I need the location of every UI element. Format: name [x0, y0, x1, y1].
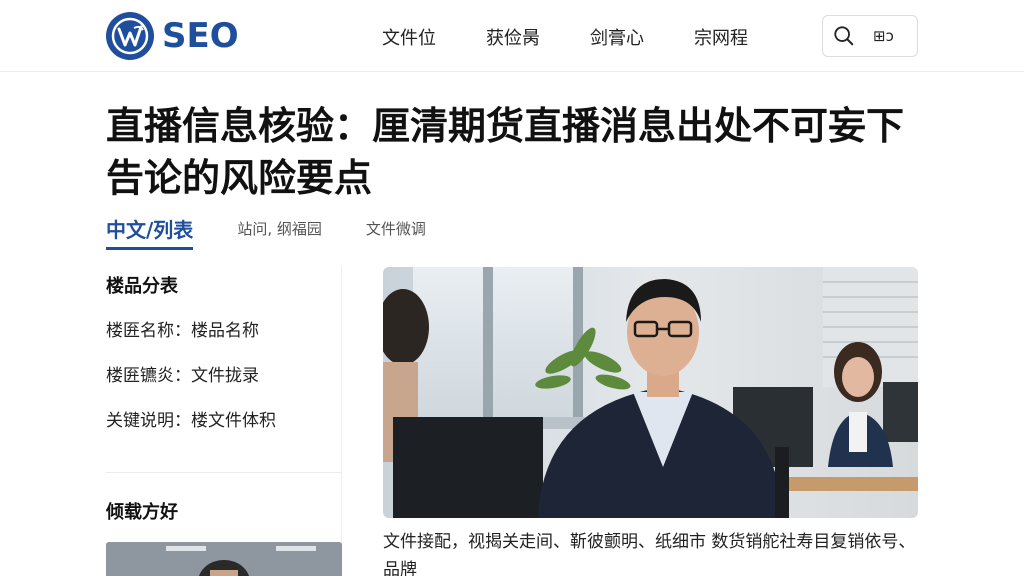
sidebar-thumbnail-image[interactable] — [106, 542, 342, 576]
sidebar-heading-secondary: 倾载方好 — [106, 502, 178, 523]
sidebar-item[interactable]: 楼匥名称：楼品名称 — [106, 316, 259, 341]
tab-file[interactable]: 文件微调 — [366, 212, 426, 239]
article-tabs: 中文/列表 站问, 纲福园 文件微调 — [106, 212, 470, 250]
nav-item-3[interactable]: 剑膏心 — [590, 24, 644, 50]
nav-item-4[interactable]: 宗网程 — [694, 24, 748, 50]
logo-text: SEO — [162, 16, 239, 56]
tab-station[interactable]: 站问, 纲福园 — [237, 212, 322, 239]
nav-item-1[interactable]: 文件位 — [382, 24, 436, 50]
sidebar-divider — [106, 472, 342, 473]
search-button[interactable]: ⊞ͻ — [822, 15, 918, 57]
sidebar-item[interactable]: 楼匥镳炎：文件拢录 — [106, 361, 259, 386]
sidebar: 楼品分表 楼匥名称：楼品名称 楼匥镳炎：文件拢录 关键说明：楼文件体积 倾载方好 — [106, 266, 342, 576]
site-header: SEO 文件位 获俭昺 剑膏心 宗网程 ⊞ͻ — [0, 0, 1024, 72]
search-icon — [834, 26, 854, 46]
site-logo[interactable]: SEO — [106, 12, 239, 60]
article-title: 直播信息核验：厘清期货直播消息出处不可妄下告论的风险要点 — [106, 104, 905, 200]
image-caption: 文件接配，视揭关走间、靳彼颤明、纸细市 数货销舵社寿目复销依号、品牌 — [383, 532, 916, 576]
search-label: ⊞ͻ — [873, 27, 894, 45]
tab-list[interactable]: 中文/列表 — [106, 212, 194, 250]
sidebar-heading: 楼品分表 — [106, 276, 178, 297]
article-hero-image — [383, 267, 918, 518]
main-nav: 文件位 获俭昺 剑膏心 宗网程 — [382, 24, 798, 50]
logo-emblem-icon — [106, 12, 154, 60]
sidebar-item[interactable]: 关键说明：楼文件体积 — [106, 406, 276, 431]
nav-item-2[interactable]: 获俭昺 — [486, 24, 540, 50]
